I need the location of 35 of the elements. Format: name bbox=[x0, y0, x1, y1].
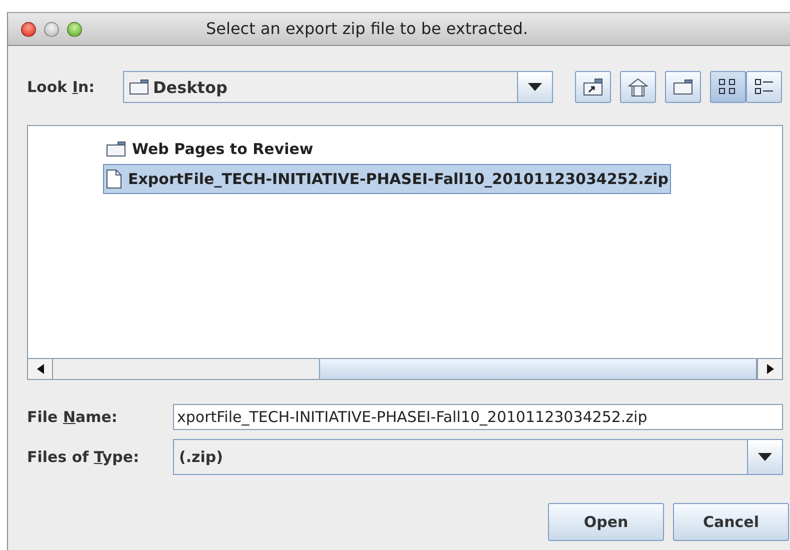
scroll-right-icon bbox=[766, 364, 774, 374]
folder-item[interactable]: Web Pages to Review bbox=[103, 134, 316, 164]
file-name-label: File Name: bbox=[27, 408, 118, 426]
scroll-left-icon bbox=[36, 364, 44, 374]
folder-icon bbox=[129, 79, 149, 95]
window-title: Select an export zip file to be extracted. bbox=[206, 19, 528, 38]
home-icon bbox=[628, 77, 648, 97]
up-folder-icon bbox=[583, 78, 603, 96]
scroll-thumb[interactable] bbox=[318, 359, 757, 379]
close-button[interactable] bbox=[21, 22, 36, 36]
file-type-value: (.zip) bbox=[179, 448, 224, 466]
look-in-value: Desktop bbox=[153, 78, 228, 96]
look-in-label: Look In: bbox=[27, 78, 96, 96]
up-folder-button[interactable] bbox=[575, 71, 611, 103]
zoom-button[interactable] bbox=[67, 22, 82, 36]
file-item[interactable]: ExportFile_TECH-INITIATIVE-PHASEI-Fall10_20101123034252.zip bbox=[103, 164, 672, 194]
dropdown-arrow-icon bbox=[528, 83, 542, 91]
folder-icon bbox=[673, 79, 693, 95]
new-folder-button[interactable] bbox=[665, 71, 701, 103]
cancel-button[interactable]: Cancel bbox=[673, 503, 789, 541]
dropdown-arrow-icon bbox=[758, 453, 772, 461]
home-button[interactable] bbox=[620, 71, 656, 103]
file-type-dropdown[interactable]: (.zip) bbox=[173, 439, 783, 475]
horizontal-scrollbar[interactable] bbox=[28, 358, 782, 379]
file-type-label: Files of Type: bbox=[27, 448, 140, 466]
list-button[interactable] bbox=[710, 71, 746, 103]
look-in-dropdown[interactable]: Desktop bbox=[123, 71, 553, 103]
folder-icon bbox=[106, 141, 126, 157]
list-view-icon bbox=[718, 78, 738, 96]
details-view-icon bbox=[754, 78, 774, 96]
open-button[interactable]: Open bbox=[548, 503, 664, 541]
document-icon bbox=[106, 169, 122, 189]
details-button[interactable] bbox=[746, 71, 782, 103]
file-name-field[interactable]: xportFile_TECH-INITIATIVE-PHASEI-Fall10_20101123034252.zip bbox=[173, 404, 783, 430]
minimize-button[interactable] bbox=[44, 22, 59, 36]
